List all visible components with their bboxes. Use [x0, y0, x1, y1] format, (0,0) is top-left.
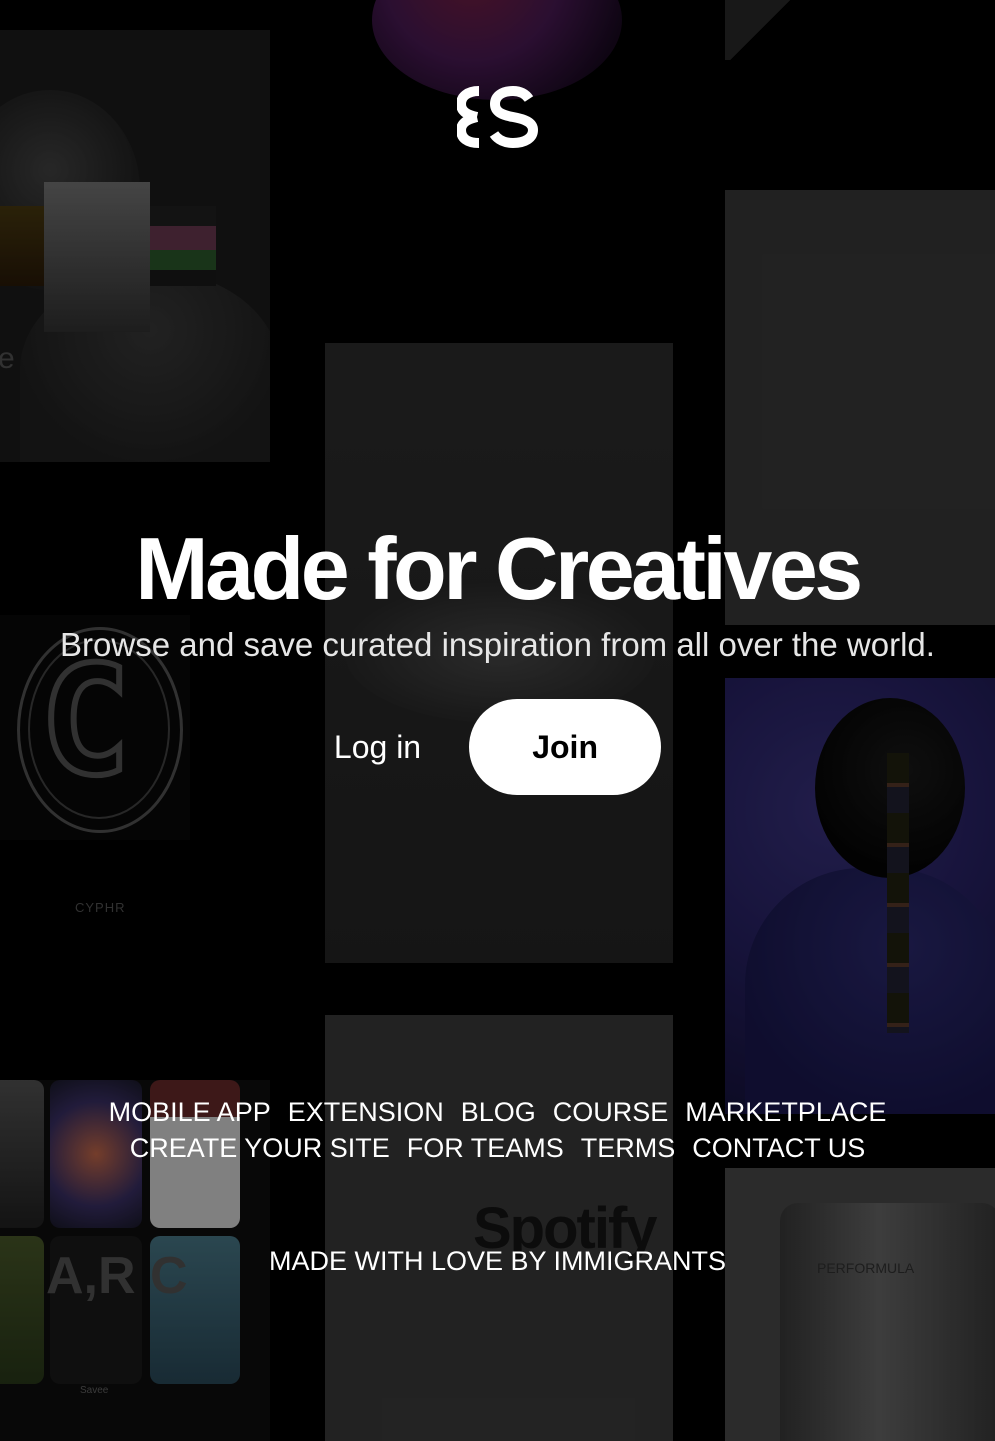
footer-link-blog[interactable]: BLOG [461, 1094, 536, 1130]
hero-subtitle: Browse and save curated inspiration from… [60, 626, 935, 663]
footer-row-2: CREATE YOUR SITE FOR TEAMS TERMS CONTACT… [0, 1130, 995, 1166]
auth-actions: Log in Join [0, 699, 995, 795]
footer-link-terms[interactable]: TERMS [581, 1130, 676, 1166]
footer-link-extension[interactable]: EXTENSION [288, 1094, 444, 1130]
footer-link-for-teams[interactable]: FOR TEAMS [407, 1130, 564, 1166]
footer-link-course[interactable]: COURSE [553, 1094, 669, 1130]
savee-logo-icon[interactable] [457, 85, 539, 149]
footer-link-marketplace[interactable]: MARKETPLACE [685, 1094, 886, 1130]
login-button[interactable]: Log in [334, 729, 421, 766]
hero-title: Made for Creatives [135, 518, 863, 618]
footer-credit: MADE WITH LOVE BY IMMIGRANTS [268, 1246, 727, 1276]
footer-nav: MOBILE APP EXTENSION BLOG COURSE MARKETP… [0, 1094, 995, 1166]
footer-link-mobile-app[interactable]: MOBILE APP [109, 1094, 271, 1130]
footer-link-create-your-site[interactable]: CREATE YOUR SITE [130, 1130, 390, 1166]
join-button[interactable]: Join [469, 699, 662, 795]
footer-row-1: MOBILE APP EXTENSION BLOG COURSE MARKETP… [0, 1094, 995, 1130]
footer-link-contact-us[interactable]: CONTACT US [692, 1130, 865, 1166]
